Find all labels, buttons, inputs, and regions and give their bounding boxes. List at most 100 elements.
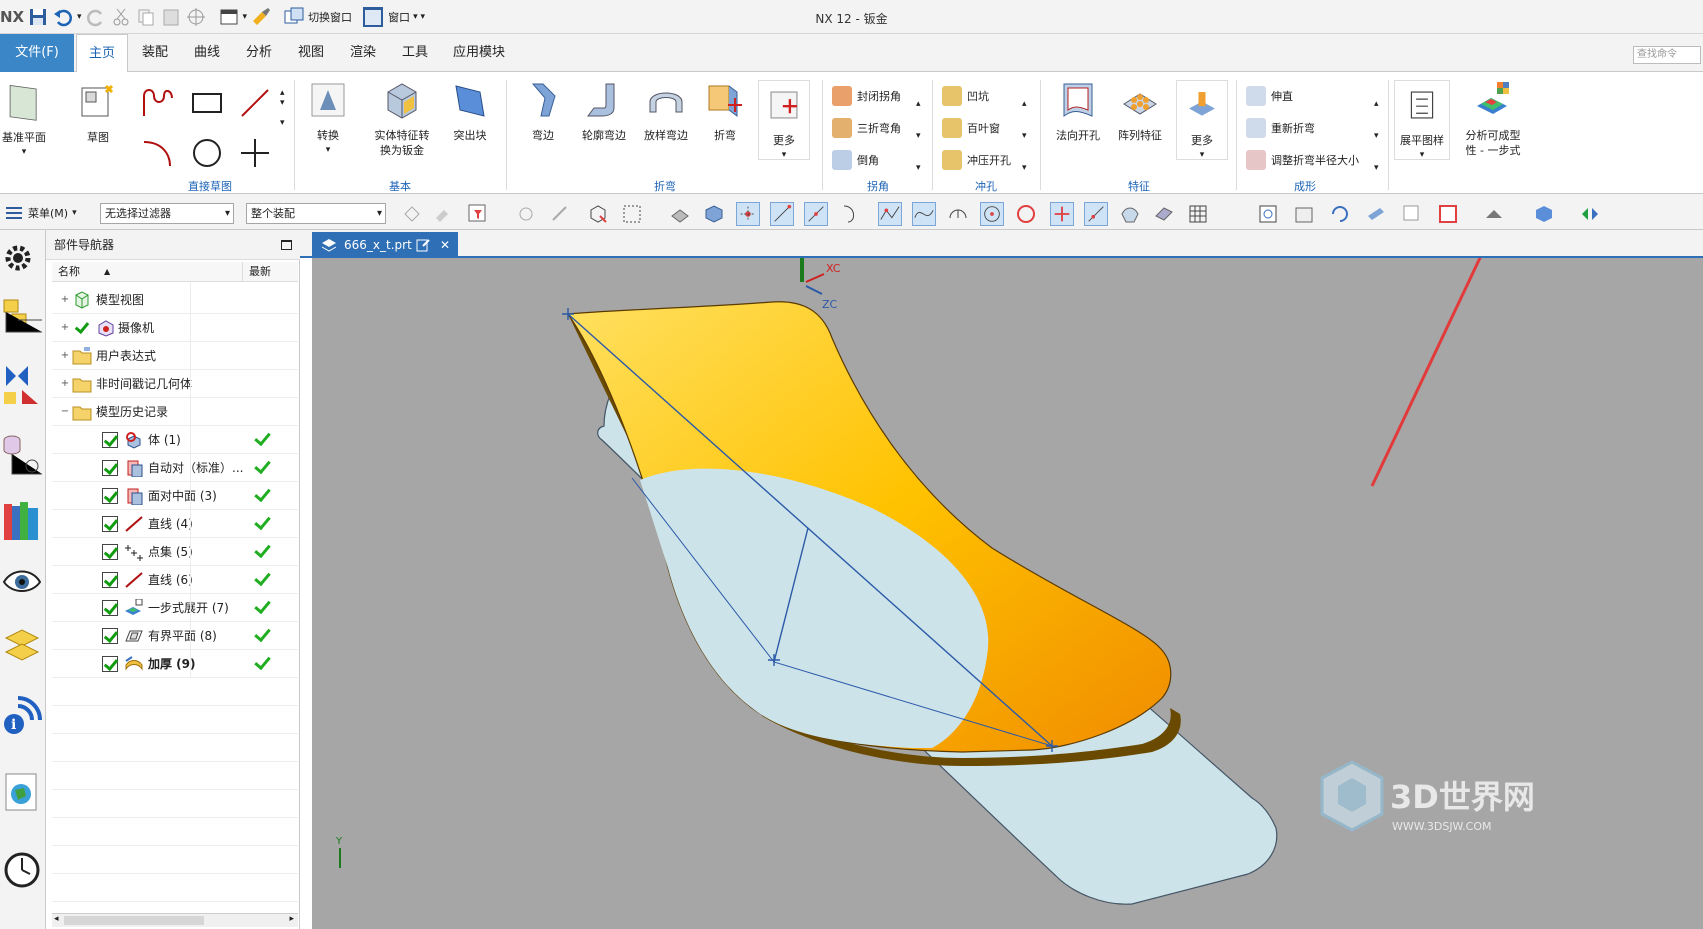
solid-select-icon[interactable] bbox=[702, 202, 726, 226]
brush-icon[interactable] bbox=[250, 6, 272, 28]
display-window-icon[interactable] bbox=[218, 6, 240, 28]
expand-icon[interactable]: + bbox=[60, 295, 70, 305]
command-search-input[interactable]: 查找命令 bbox=[1633, 46, 1701, 64]
undo-icon[interactable] bbox=[52, 6, 74, 28]
snap-link-icon[interactable] bbox=[548, 202, 572, 226]
switch-window-button[interactable]: 切换窗口 bbox=[308, 9, 352, 25]
lofted-flange-button[interactable]: 放样弯边 bbox=[636, 80, 696, 143]
expand-icon[interactable]: + bbox=[60, 379, 70, 389]
selection-filter-select[interactable]: 无选择过滤器 bbox=[100, 203, 234, 224]
zoom-icon[interactable] bbox=[1292, 202, 1316, 226]
paste-icon[interactable] bbox=[160, 6, 182, 28]
bounded-grid-icon[interactable] bbox=[1152, 202, 1176, 226]
render-style-icon[interactable] bbox=[1436, 202, 1460, 226]
more-bend-button[interactable]: 更多 ▾ bbox=[758, 80, 810, 160]
switch-window-icon[interactable] bbox=[283, 6, 305, 28]
drawn-cutout-button[interactable]: 冲压开孔 bbox=[942, 148, 1011, 172]
undo-dropdown-icon[interactable]: ▾ bbox=[77, 12, 82, 22]
tree-row-line-4[interactable]: 直线 (4) bbox=[52, 510, 298, 538]
part-model-view[interactable]: XC ZC Y 3D世界网 WWW.3DSJW.COM bbox=[312, 214, 1703, 929]
edit-section-icon[interactable] bbox=[1482, 202, 1506, 226]
tree-row-model-history[interactable]: − 模型历史记录 bbox=[52, 398, 298, 426]
tab-application[interactable]: 应用模块 bbox=[442, 34, 516, 72]
tab-analysis[interactable]: 分析 bbox=[234, 34, 284, 72]
visibility-checkbox[interactable] bbox=[102, 432, 118, 448]
clipping-icon[interactable] bbox=[1400, 202, 1424, 226]
reuse-library-icon[interactable] bbox=[2, 498, 42, 542]
selection-scope-select[interactable]: 整个装配 bbox=[246, 203, 386, 224]
transform-icon[interactable] bbox=[185, 6, 207, 28]
cut-icon[interactable] bbox=[110, 6, 132, 28]
window-icon[interactable] bbox=[361, 5, 385, 29]
roles-icon[interactable] bbox=[2, 626, 42, 670]
sketch-more-dropdown-icon[interactable]: ▴ ▾ ▾ bbox=[280, 88, 285, 128]
profile-icon[interactable] bbox=[140, 86, 176, 120]
sketch-button[interactable]: 草图 bbox=[72, 82, 124, 145]
tree-row-bounded-plane[interactable]: 有界平面 (8) bbox=[52, 622, 298, 650]
settings-gear-icon[interactable] bbox=[2, 236, 42, 280]
pan-icon[interactable] bbox=[1364, 202, 1388, 226]
collapse-icon[interactable]: − bbox=[60, 407, 70, 417]
rotate-icon[interactable] bbox=[1328, 202, 1352, 226]
column-latest-header[interactable]: 最新 bbox=[242, 262, 271, 282]
tree-row-model-views[interactable]: + 模型视图 bbox=[52, 286, 298, 314]
web-browser-icon[interactable] bbox=[2, 770, 42, 814]
copy-icon[interactable] bbox=[135, 6, 157, 28]
three-bend-corner-button[interactable]: 三折弯角 bbox=[832, 116, 901, 140]
louver-button[interactable]: 百叶窗 bbox=[942, 116, 1000, 140]
file-menu-button[interactable]: 文件(F) bbox=[0, 34, 74, 72]
filter-type-icon[interactable] bbox=[466, 202, 490, 226]
select-box-icon[interactable] bbox=[586, 202, 610, 226]
convert-button[interactable]: 转换 ▾ bbox=[300, 80, 356, 158]
view-eye-icon[interactable] bbox=[2, 560, 42, 604]
circle-icon[interactable] bbox=[190, 136, 224, 170]
part-file-tab[interactable]: 666_x_t.prt ✕ bbox=[312, 232, 458, 258]
existing-point-icon[interactable] bbox=[1050, 202, 1074, 226]
tab-home[interactable]: 主页 bbox=[76, 34, 128, 72]
graphics-viewport[interactable]: XC ZC Y 3D世界网 WWW.3DSJW.COM bbox=[312, 214, 1703, 929]
arc-center-icon[interactable] bbox=[946, 202, 970, 226]
chamfer-button[interactable]: 倒角 bbox=[832, 148, 879, 172]
tree-row-face-pair[interactable]: 面对中面 (3) bbox=[52, 482, 298, 510]
visibility-checkbox[interactable] bbox=[102, 656, 118, 672]
visibility-checkbox[interactable] bbox=[102, 516, 118, 532]
pattern-feature-button[interactable]: 阵列特征 bbox=[1110, 80, 1170, 143]
rectangle-icon[interactable] bbox=[190, 88, 224, 118]
control-point-icon[interactable] bbox=[838, 202, 862, 226]
tab-render[interactable]: 渲染 bbox=[338, 34, 388, 72]
tree-row-point-set[interactable]: 点集 (5) bbox=[52, 538, 298, 566]
tree-row-thicken[interactable]: 加厚 (9) bbox=[52, 650, 298, 678]
arc-icon[interactable] bbox=[140, 136, 174, 170]
tab-assembly[interactable]: 装配 bbox=[130, 34, 180, 72]
window-dropdown-icon[interactable]: ▾ ▾ bbox=[413, 12, 425, 22]
save-icon[interactable] bbox=[27, 6, 49, 28]
part-navigator-icon[interactable] bbox=[2, 432, 42, 476]
corner-dropdown-icon[interactable]: ▴ ▾ ▾ bbox=[916, 88, 921, 184]
dimple-button[interactable]: 凹坑 bbox=[942, 84, 989, 108]
snap-off-icon[interactable] bbox=[400, 202, 424, 226]
line-icon[interactable] bbox=[238, 86, 272, 120]
closed-corner-button[interactable]: 封闭拐角 bbox=[832, 84, 901, 108]
solid-to-sheet-button[interactable]: 实体特征转 换为钣金 bbox=[364, 80, 440, 158]
flat-pattern-button[interactable]: 展平图样 ▾ bbox=[1394, 80, 1450, 160]
menu-button[interactable]: 菜单(M) ▾ bbox=[4, 204, 77, 222]
display-dropdown-icon[interactable]: ▾ bbox=[243, 12, 248, 22]
history-clock-icon[interactable] bbox=[2, 848, 42, 892]
rebend-button[interactable]: 重新折弯 bbox=[1246, 116, 1315, 140]
layer-icon[interactable] bbox=[1578, 202, 1602, 226]
resize-bend-radius-button[interactable]: 调整折弯半径大小 bbox=[1246, 148, 1359, 172]
tree-row-one-step-unform[interactable]: 一步式展开 (7) bbox=[52, 594, 298, 622]
rectangle-select-icon[interactable] bbox=[620, 202, 644, 226]
visibility-checkbox[interactable] bbox=[102, 572, 118, 588]
visibility-checkbox[interactable] bbox=[102, 600, 118, 616]
formability-button[interactable]: 分析可成型 性 - 一步式 bbox=[1456, 80, 1530, 158]
point-on-curve-icon[interactable] bbox=[1084, 202, 1108, 226]
snap-grid-icon[interactable] bbox=[514, 202, 538, 226]
unbend-button[interactable]: 伸直 bbox=[1246, 84, 1293, 108]
point-on-surface-icon[interactable] bbox=[1118, 202, 1142, 226]
quadrant-icon[interactable] bbox=[1014, 202, 1038, 226]
sync-icon[interactable] bbox=[416, 238, 430, 252]
view-part-icon[interactable] bbox=[668, 202, 692, 226]
tab-tools[interactable]: 工具 bbox=[390, 34, 440, 72]
maximize-panel-icon[interactable] bbox=[281, 240, 292, 250]
